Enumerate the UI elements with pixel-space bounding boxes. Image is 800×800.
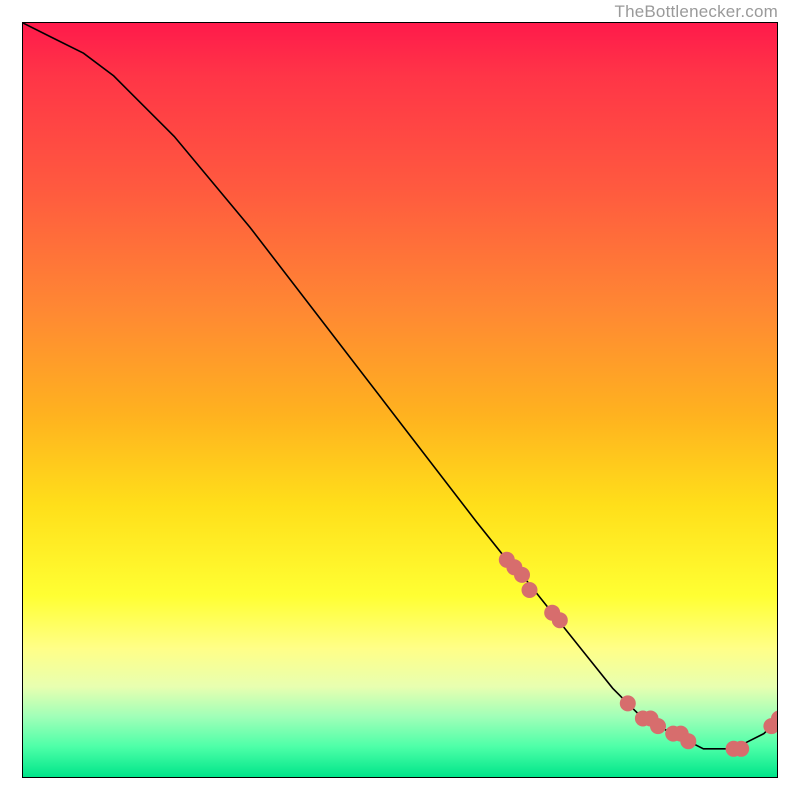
marker-dot [635, 711, 651, 727]
marker-dot [733, 741, 749, 757]
marker-dot [673, 726, 689, 742]
marker-dot [552, 612, 568, 628]
plot-area [22, 22, 778, 778]
marker-dot [499, 552, 515, 568]
watermark-text: TheBottlenecker.com [615, 2, 779, 22]
curve-path-group [23, 23, 778, 749]
marker-dot [643, 711, 659, 727]
curve-path [23, 23, 778, 749]
marker-dot [763, 718, 778, 734]
markers-group [499, 552, 778, 757]
marker-dot [514, 567, 530, 583]
marker-dot [665, 726, 681, 742]
marker-dot [544, 605, 560, 621]
marker-dot [650, 718, 666, 734]
marker-dot [620, 695, 636, 711]
chart-stage: TheBottlenecker.com [0, 0, 800, 800]
chart-svg [23, 23, 778, 778]
marker-dot [726, 741, 742, 757]
marker-dot [522, 582, 538, 598]
marker-dot [771, 711, 778, 727]
marker-dot [506, 559, 522, 575]
marker-dot [680, 733, 696, 749]
